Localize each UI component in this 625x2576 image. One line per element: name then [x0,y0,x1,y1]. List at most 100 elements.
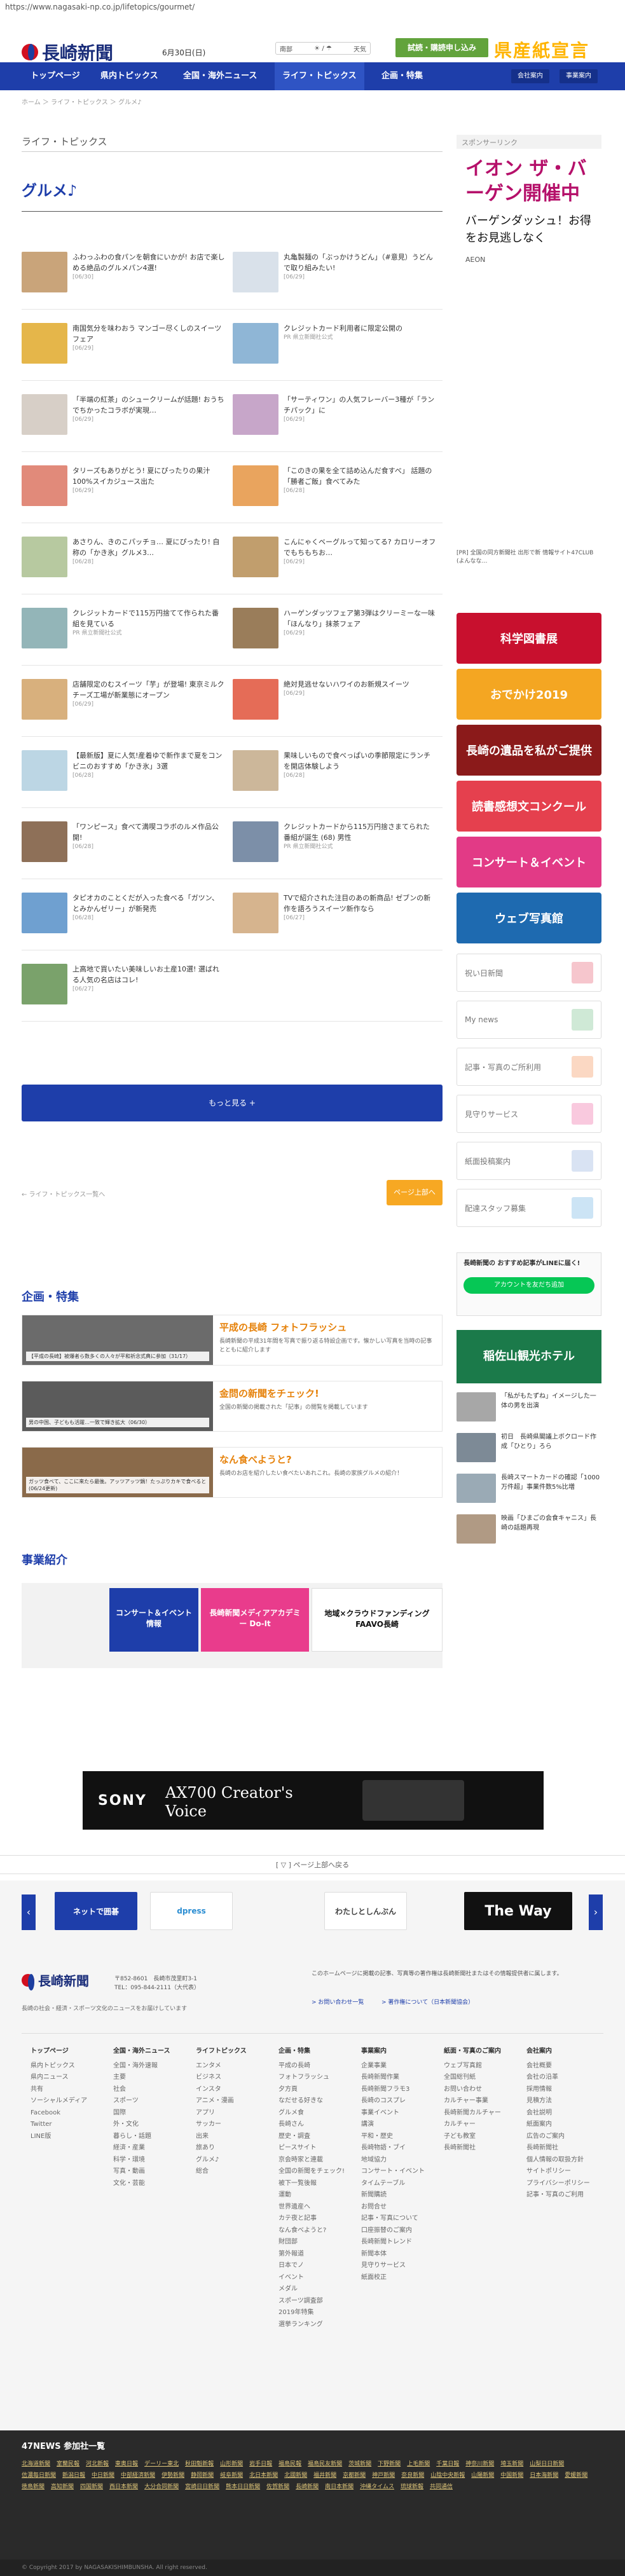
feature-item[interactable]: ガッツ食べて、ここに来たら最後。アッツアッツ鍋！たっぷりカキで食べると(06/2… [22,1447,443,1498]
article-card[interactable]: クレジットカード利用者に限定公開の PR 県立新聞社公式 [233,323,436,364]
news47-paper-link[interactable]: 徳島新聞 [22,2481,45,2493]
footer-link[interactable]: スポーツ [113,2095,189,2107]
article-card[interactable]: 果味しいもので食べっぱいの季節限定にランチを開店体験しよう [06/28] [233,750,436,791]
doit-banner[interactable]: 長崎新聞メディアアカデミー Do-It [201,1588,309,1652]
article-card[interactable]: TVで紹介された注目のあの新商品! ゼブンの新作を語ろうスイーツ新作なら [06/… [233,893,436,933]
footer-link[interactable]: 科学・環境 [113,2155,189,2167]
side-banner[interactable]: おでかけ2019 [457,669,601,720]
footer-link[interactable]: 2019年特集 [278,2307,355,2319]
article-card[interactable]: こんにゃくベーグルって知ってる? カロリーオフでもちもちお… [06/29] [233,537,436,577]
article-card[interactable]: 絶対見逃せないハワイのお新規スイーツ [06/29] [233,679,436,720]
news47-paper-link[interactable]: 東奥日報 [115,2458,138,2470]
weather-widget[interactable]: 南部 ☀ / ☂ 天気 [275,42,371,55]
footer-link[interactable]: グルメ♪ [196,2155,272,2167]
footer-link[interactable]: 被下一覧後報 [278,2178,355,2190]
side-news-item[interactable]: 「私がもたずね」イメージした一体の男を出演 [457,1392,601,1422]
footer-link[interactable]: 紙面案内 [526,2119,603,2131]
nav-local[interactable]: 県内トピックス [93,62,166,90]
footer-link[interactable]: サッカー [196,2119,272,2131]
footer-link[interactable]: 広告のご案内 [526,2131,603,2143]
trial-subscribe-button[interactable]: 試読・購読申し込み [395,38,488,57]
footer-link[interactable]: 講演 [361,2119,437,2131]
footer-link[interactable]: 県内ニュース [31,2072,107,2084]
footer-column-head[interactable]: 企画・特集 [278,2046,355,2058]
news47-paper-link[interactable]: 南日本新聞 [325,2481,354,2493]
nav-company[interactable]: 会社案内 [511,69,549,83]
footer-link[interactable]: 長崎のコスプレ [361,2095,437,2107]
footer-link[interactable]: ビジネス [196,2072,272,2084]
side-news-item[interactable]: 長崎スマートカードの確認「1000万件超」事業件数5%比増 [457,1474,601,1503]
side-link-watch[interactable]: 見守りサービス [457,1095,601,1133]
news47-paper-link[interactable]: 信濃毎日新聞 [22,2470,56,2481]
hotel-banner[interactable]: 稲佐山観光ホテル [457,1330,601,1383]
news47-paper-link[interactable]: 長崎新聞 [296,2481,319,2493]
footer-link[interactable]: 個人情報の取扱方針 [526,2155,603,2167]
aeon-ad[interactable]: イオン ザ・バーゲン開催中 バーゲンダッシュ！お得をお見逃しなく AEON [457,149,601,339]
footer-link[interactable]: 経済・産業 [113,2142,189,2155]
footer-link[interactable]: 見積方法 [526,2095,603,2107]
footer-link[interactable]: 平和・歴史 [361,2131,437,2143]
news47-paper-link[interactable]: 宮崎日日新聞 [185,2481,219,2493]
news47-paper-link[interactable]: 北國新聞 [284,2470,307,2481]
footer-link[interactable]: 紙面校正 [361,2272,437,2284]
footer-link[interactable]: 夕方頁 [278,2084,355,2096]
news47-paper-link[interactable]: 大分合同新聞 [144,2481,179,2493]
side-link-celebration[interactable]: 祝い日新聞 [457,954,601,992]
news47-paper-link[interactable]: 京都新聞 [343,2470,366,2481]
footer-column-head[interactable]: 紙面・写真のご案内 [444,2046,520,2058]
footer-link[interactable]: 長崎新聞フラモ3 [361,2084,437,2096]
side-link-photo[interactable]: 記事・写真のご所利用 [457,1048,601,1086]
news47-paper-link[interactable]: 中部経済新聞 [121,2470,155,2481]
article-card[interactable]: 店舗限定のむスイーツ「芋」が登場! 東京ミルクチーズ工場が新業態にオープン [06… [22,679,225,720]
nav-business[interactable]: 事業案内 [560,69,598,83]
footer-copyright-link[interactable]: > 著作権について（日本新聞協会） [381,1997,474,2006]
footer-link[interactable]: 会社説明 [526,2107,603,2120]
footer-link[interactable]: 歴史・調査 [278,2131,355,2143]
news47-paper-link[interactable]: 岐阜新聞 [220,2470,243,2481]
news47-paper-link[interactable]: 日本海新聞 [530,2470,558,2481]
back-to-list-link[interactable]: ← ライフ・トピックス一覧へ [22,1189,105,1198]
footer-link[interactable]: タイムテーブル [361,2178,437,2190]
concert-banner[interactable]: コンサート＆イベント情報 [109,1588,198,1652]
footer-link[interactable]: 採用情報 [526,2084,603,2096]
footer-link[interactable]: フォトフラッシュ [278,2072,355,2084]
footer-link[interactable]: 記事・写真のご利用 [526,2189,603,2202]
footer-link[interactable]: アニメ・漫画 [196,2095,272,2107]
footer-link[interactable]: コンサート・イベント [361,2166,437,2178]
side-banner[interactable]: 読書感想文コンクール [457,781,601,832]
footer-link[interactable]: 選挙ランキング [278,2319,355,2331]
footer-link[interactable]: 企業事業 [361,2060,437,2072]
footer-link[interactable]: ウェブ写真館 [444,2060,520,2072]
footer-link[interactable]: お問い合わせ [444,2084,520,2096]
news47-paper-link[interactable]: 河北新報 [86,2458,109,2470]
footer-link[interactable]: 共有 [31,2084,107,2096]
news47-paper-link[interactable]: 奈良新聞 [401,2470,424,2481]
side-link-mynews[interactable]: My news [457,1001,601,1039]
footer-link[interactable]: 総合 [196,2166,272,2178]
side-news-item[interactable]: 映画「ひまごの会食キャニス」長崎の話題再現 [457,1514,601,1544]
article-card[interactable]: ハーゲンダッツフェア第3弾はクリーミーな一味「ほんなり」抹茶フェア [06/29] [233,608,436,648]
footer-link[interactable]: LINE版 [31,2131,107,2143]
news47-paper-link[interactable]: 神戸新聞 [372,2470,395,2481]
footer-link[interactable]: 長崎新聞社 [444,2142,520,2155]
footer-link[interactable]: Facebook [31,2107,107,2120]
carousel-item[interactable]: dpress [150,1892,233,1930]
news47-paper-link[interactable]: 新潟日報 [62,2470,85,2481]
footer-link[interactable]: 文化・芸能 [113,2178,189,2190]
article-card[interactable]: 「サーティワン」の人気フレーバー3種が「ランチパック」に [06/29] [233,394,436,435]
carousel-item[interactable]: わたしとしんぶん [324,1892,407,1930]
footer-link[interactable]: 第外報道 [278,2249,355,2261]
footer-link[interactable]: 長崎新聞社 [526,2142,603,2155]
footer-link[interactable]: 暮らし・話題 [113,2131,189,2143]
news47-paper-link[interactable]: 北日本新聞 [249,2470,278,2481]
footer-link[interactable]: 社会 [113,2084,189,2096]
page-top-button[interactable]: ページ上部へ [387,1180,443,1205]
article-card[interactable]: 南国気分を味わおう マンゴー尽くしのスイーツフェア [06/29] [22,323,225,364]
news47-paper-link[interactable]: 静岡新聞 [191,2470,214,2481]
footer-link[interactable]: 見守りサービス [361,2260,437,2272]
pr-news[interactable]: [PR] 全国の同方新聞社 出形で新 情報サイト47CLUB (よんなな… [457,549,601,571]
nav-feature[interactable]: 企画・特集 [374,62,430,90]
footer-link[interactable]: 全国・海外速報 [113,2060,189,2072]
article-card[interactable]: 「半端の紅茶」のシュークリームが話題! おうちでちかったコラボが実現… [06/2… [22,394,225,435]
news47-paper-link[interactable]: 四国新聞 [80,2481,103,2493]
